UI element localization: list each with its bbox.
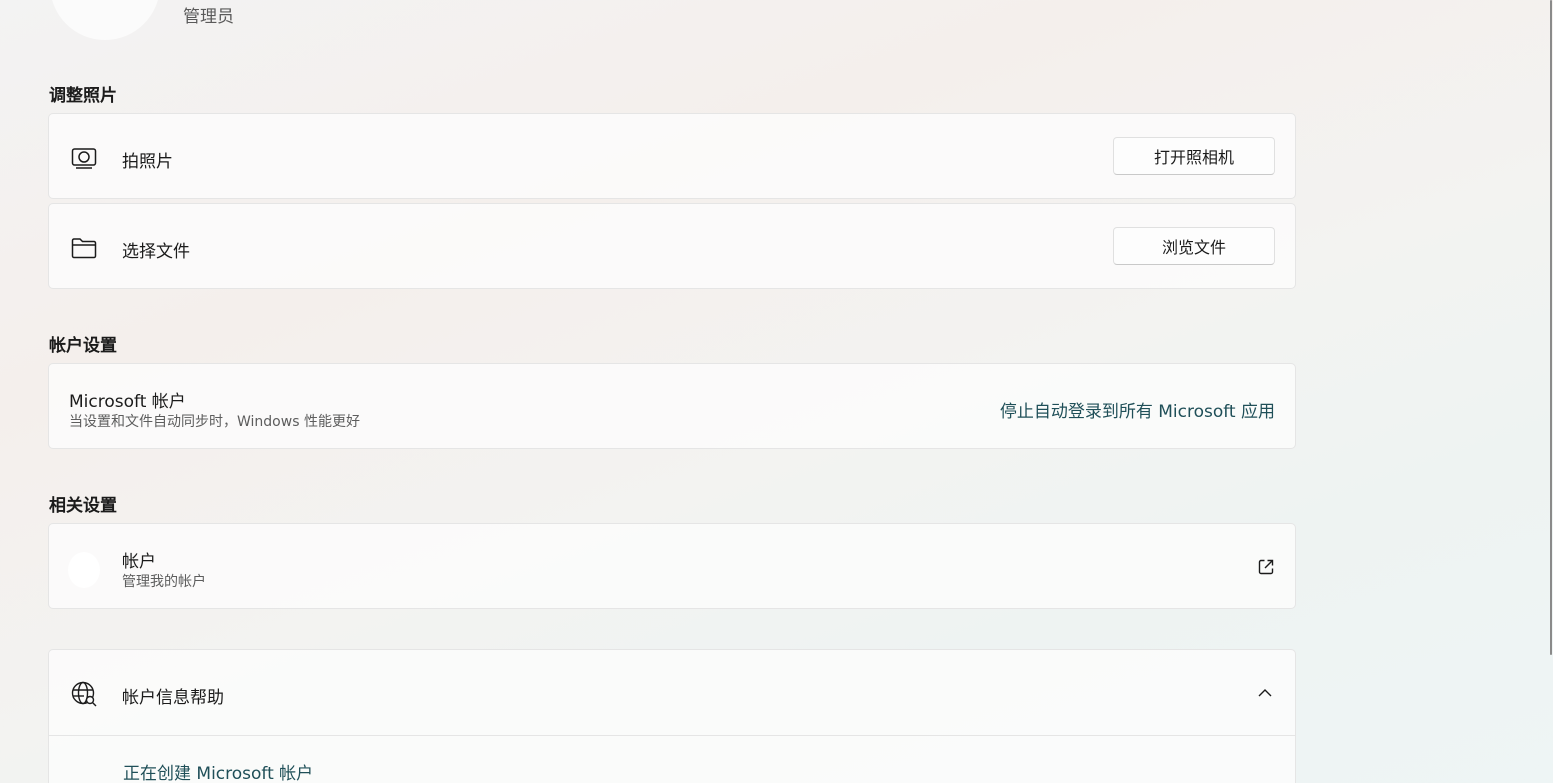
- take-photo-label: 拍照片: [122, 152, 173, 172]
- browse-files-button[interactable]: 浏览文件: [1113, 227, 1275, 265]
- folder-icon: [70, 234, 98, 262]
- globe-search-icon: [70, 680, 98, 708]
- accounts-card[interactable]: 帐户 管理我的帐户: [48, 523, 1296, 609]
- help-divider: [49, 735, 1295, 736]
- stop-auto-signin-link[interactable]: 停止自动登录到所有 Microsoft 应用: [1000, 397, 1275, 422]
- account-info-help-card: 帐户信息帮助 正在创建 Microsoft 帐户: [48, 649, 1296, 783]
- open-camera-button[interactable]: 打开照相机: [1113, 137, 1275, 175]
- creating-microsoft-account-link[interactable]: 正在创建 Microsoft 帐户: [123, 759, 313, 783]
- account-role: 管理员: [183, 7, 234, 27]
- accounts-icon: [67, 552, 101, 596]
- camera-icon: [70, 144, 98, 172]
- microsoft-account-description: 当设置和文件自动同步时，Windows 性能更好: [69, 414, 360, 430]
- scrollbar[interactable]: [1550, 0, 1552, 655]
- microsoft-account-card: Microsoft 帐户 当设置和文件自动同步时，Windows 性能更好 停止…: [48, 363, 1296, 449]
- chevron-up-icon[interactable]: [1257, 685, 1273, 699]
- take-photo-card: 拍照片 打开照相机: [48, 113, 1296, 199]
- accounts-description: 管理我的帐户: [122, 574, 206, 590]
- section-title-related-settings: 相关设置: [49, 496, 117, 516]
- choose-file-label: 选择文件: [122, 242, 190, 262]
- choose-file-card: 选择文件 浏览文件: [48, 203, 1296, 289]
- microsoft-account-label: Microsoft 帐户: [69, 392, 186, 412]
- account-info-help-header[interactable]: 帐户信息帮助: [49, 650, 1295, 735]
- section-title-adjust-photo: 调整照片: [49, 86, 117, 106]
- external-link-icon: [1257, 558, 1275, 576]
- account-info-help-label: 帐户信息帮助: [122, 688, 224, 708]
- accounts-label: 帐户: [122, 552, 156, 572]
- avatar: [50, 0, 160, 40]
- section-title-account-settings: 帐户设置: [49, 336, 117, 356]
